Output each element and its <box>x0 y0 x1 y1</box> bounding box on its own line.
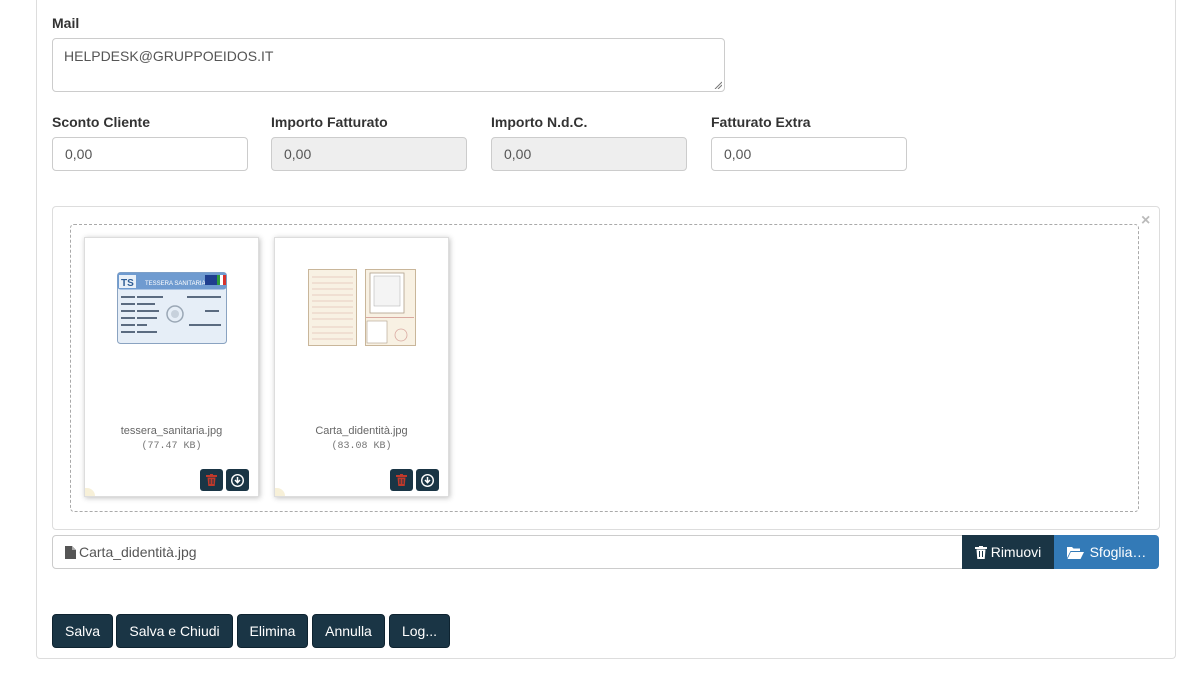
download-file-button[interactable] <box>416 469 439 491</box>
trash-icon <box>396 474 407 486</box>
file-caption-name: Carta_didentità.jpg <box>79 544 197 560</box>
card-title: TESSERA SANITARIA <box>145 281 206 287</box>
close-preview-icon[interactable]: × <box>1141 213 1150 229</box>
file-thumbnail-carta: Carta_didentità.jpg (83.08 KB) <box>274 237 449 497</box>
fatturato-extra-label: Fatturato Extra <box>711 114 811 130</box>
id-card-image <box>307 269 416 346</box>
browse-file-button[interactable]: Sfoglia… <box>1054 535 1159 569</box>
importo-ndc-value: 0,00 <box>504 146 532 162</box>
delete-button[interactable]: Elimina <box>237 614 308 648</box>
remove-label: Rimuovi <box>990 544 1042 560</box>
importo-fatturato-input: 0,00 <box>271 137 467 171</box>
fatturato-extra-value: 0,00 <box>724 146 752 162</box>
file-icon <box>65 545 76 559</box>
sconto-cliente-label: Sconto Cliente <box>52 114 151 130</box>
importo-fatturato-label: Importo Fatturato <box>271 114 388 130</box>
tessera-image: TS TESSERA SANITARIA <box>85 258 258 358</box>
download-icon <box>421 473 434 487</box>
save-button[interactable]: Salva <box>52 614 113 648</box>
thumbnail-corner-mark <box>275 488 285 496</box>
download-icon <box>231 473 244 487</box>
delete-file-button[interactable] <box>200 469 223 491</box>
fatturato-extra-input[interactable]: 0,00 <box>711 137 907 171</box>
svg-text:TS: TS <box>121 278 134 289</box>
sconto-cliente-value: 0,00 <box>65 146 93 162</box>
file-thumbnail-tessera: TS TESSERA SANITARIA tessera_sanitaria.j… <box>84 237 259 497</box>
importo-ndc-label: Importo N.d.C. <box>491 114 588 130</box>
folder-open-icon <box>1066 546 1084 559</box>
carta-image <box>275 258 448 358</box>
download-file-button[interactable] <box>226 469 249 491</box>
trash-icon <box>974 545 987 559</box>
file-name: Carta_didentità.jpg <box>315 425 408 437</box>
remove-file-button[interactable]: Rimuovi <box>962 535 1054 569</box>
file-size: (77.47 KB) <box>141 441 202 452</box>
trash-icon <box>206 474 217 486</box>
file-name: tessera_sanitaria.jpg <box>120 425 223 437</box>
health-card-image: TS TESSERA SANITARIA <box>116 272 227 344</box>
browse-label: Sfoglia… <box>1089 544 1147 560</box>
delete-file-button[interactable] <box>390 469 413 491</box>
file-caption: Carta_didentità.jpg <box>52 535 963 569</box>
mail-label: Mail <box>52 15 80 31</box>
mail-textarea[interactable]: HELPDESK@GRUPPOEIDOS.IT <box>52 38 725 92</box>
mail-value: HELPDESK@GRUPPOEIDOS.IT <box>64 48 274 64</box>
save-and-close-button[interactable]: Salva e Chiudi <box>116 614 233 648</box>
thumbnail-corner-mark <box>85 488 95 496</box>
resize-grip-icon[interactable] <box>714 81 722 89</box>
cancel-button[interactable]: Annulla <box>312 614 385 648</box>
importo-fatturato-value: 0,00 <box>284 146 312 162</box>
importo-ndc-input: 0,00 <box>491 137 687 171</box>
file-size: (83.08 KB) <box>331 441 392 452</box>
log-button[interactable]: Log... <box>389 614 450 648</box>
sconto-cliente-input[interactable]: 0,00 <box>52 137 248 171</box>
